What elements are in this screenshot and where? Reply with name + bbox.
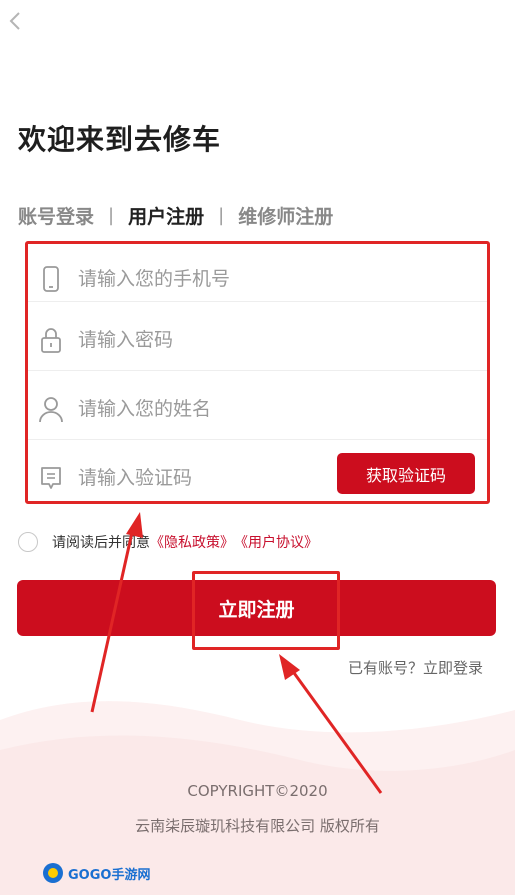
password-row bbox=[28, 305, 487, 374]
agreement-text: 请阅读后并同意 bbox=[52, 535, 150, 551]
watermark-icon bbox=[43, 863, 63, 883]
name-input[interactable] bbox=[78, 397, 378, 420]
name-row bbox=[28, 374, 487, 443]
password-input[interactable] bbox=[78, 328, 378, 351]
user-icon bbox=[28, 395, 74, 423]
tab-user-register[interactable]: 用户注册 bbox=[128, 202, 204, 229]
tab-account-login[interactable]: 账号登录 bbox=[18, 202, 94, 229]
arrow-head-icon bbox=[279, 654, 300, 680]
copyright-text: COPYRIGHT©2020 bbox=[187, 782, 328, 800]
tab-bar: 账号登录 | 用户注册 | 维修师注册 bbox=[18, 202, 333, 229]
chevron-left-icon bbox=[9, 12, 20, 30]
phone-icon bbox=[28, 265, 74, 293]
message-icon bbox=[28, 464, 74, 492]
phone-input[interactable] bbox=[78, 267, 378, 290]
lock-icon bbox=[28, 326, 74, 354]
watermark-logo: GOGO手游网 bbox=[42, 862, 150, 884]
tab-separator: | bbox=[108, 205, 115, 226]
login-link[interactable]: 已有账号？立即登录 bbox=[348, 657, 483, 678]
agreement-checkbox[interactable] bbox=[18, 532, 38, 552]
privacy-policy-link[interactable]: 《隐私政策》 bbox=[150, 532, 234, 552]
register-button[interactable]: 立即注册 bbox=[17, 580, 496, 636]
register-form: 获取验证码 bbox=[25, 241, 490, 504]
divider bbox=[28, 301, 487, 302]
agreement: 请阅读后并同意 《隐私政策》 《用户协议》 bbox=[18, 532, 318, 552]
get-code-button[interactable]: 获取验证码 bbox=[337, 453, 475, 494]
divider bbox=[28, 439, 487, 440]
divider bbox=[28, 370, 487, 371]
company-text: 云南柒辰璇玑科技有限公司 版权所有 bbox=[135, 817, 380, 835]
tab-mechanic-register[interactable]: 维修师注册 bbox=[238, 202, 333, 229]
tab-separator: | bbox=[218, 205, 225, 226]
user-agreement-link[interactable]: 《用户协议》 bbox=[234, 532, 318, 552]
page-title: 欢迎来到去修车 bbox=[18, 123, 222, 156]
watermark-text: GOGO手游网 bbox=[68, 867, 151, 883]
verification-code-input[interactable] bbox=[78, 466, 278, 489]
back-button[interactable] bbox=[8, 10, 28, 38]
phone-row bbox=[28, 244, 487, 313]
